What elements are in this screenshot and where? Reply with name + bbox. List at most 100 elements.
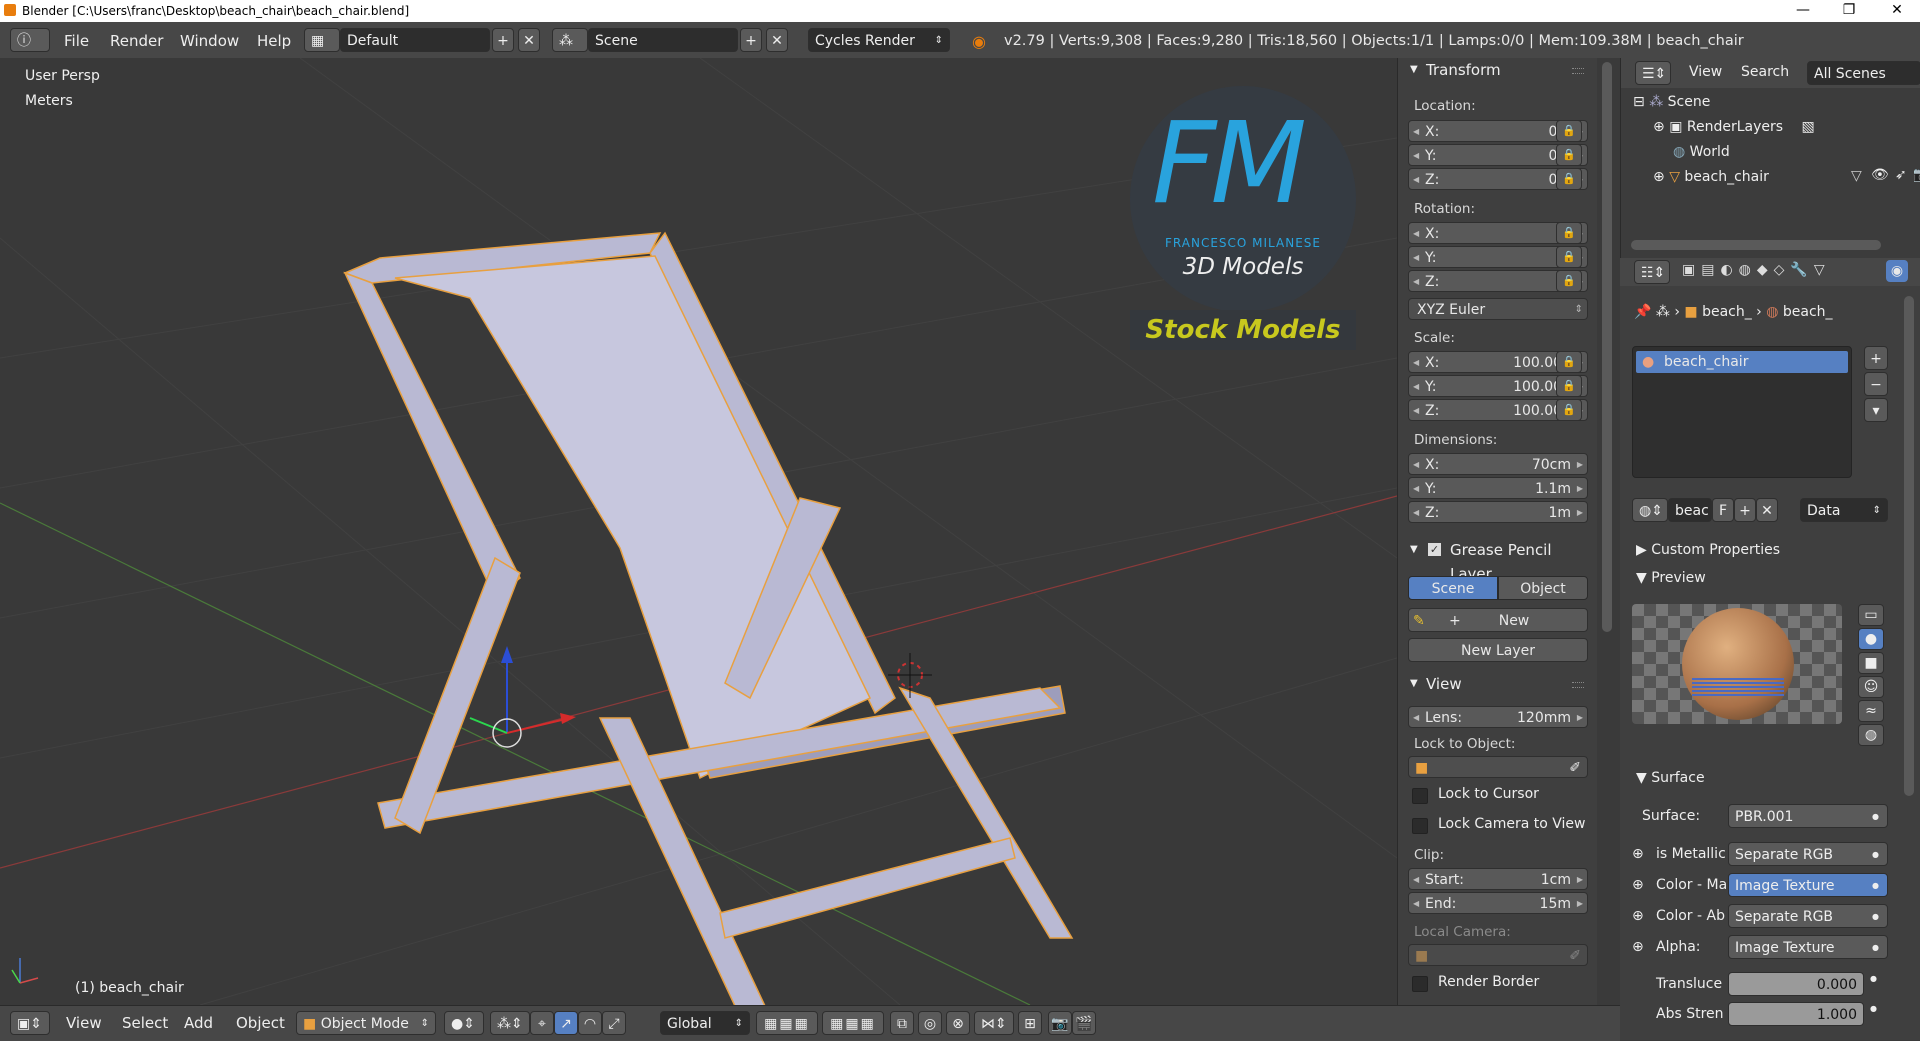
snap-toggle-icon[interactable]: ⊗ [946, 1011, 970, 1035]
preview-sphere-icon[interactable]: ● [1858, 628, 1884, 650]
3d-viewport[interactable]: User Persp Meters (1) beach_chair FM FRA… [0, 58, 1397, 1005]
preview-cube-icon[interactable]: ■ [1858, 652, 1884, 674]
tab-object[interactable]: Object [1498, 576, 1588, 600]
local-camera-field[interactable]: ■ ✐ [1408, 944, 1588, 966]
properties-scrollbar[interactable] [1904, 296, 1914, 796]
screen-layout-icon[interactable]: ▦ ⇕ [304, 28, 340, 73]
menu-file[interactable]: File [64, 30, 89, 52]
transform-orientation-dropdown[interactable]: Global ⇕ [660, 1011, 750, 1035]
selectable-arrow-icon[interactable]: ➶ [1895, 167, 1907, 183]
lock-rotation-y-icon[interactable]: 🔒 [1556, 246, 1582, 268]
new-material-icon[interactable]: + [1734, 498, 1756, 522]
opengl-animation-icon[interactable]: 🎬 [1072, 1011, 1096, 1035]
translate-manipulator-icon[interactable]: ↗ [554, 1011, 578, 1035]
scene-selector-icon[interactable]: ⁂ ⇕ [552, 28, 588, 73]
opengl-render-icon[interactable]: 📷 [1048, 1011, 1072, 1035]
snap-element-icon[interactable]: ⋈⇕ [974, 1011, 1014, 1035]
rotation-mode-dropdown[interactable]: XYZ Euler ⇕ [1408, 298, 1588, 320]
transform-panel-header[interactable]: ▼ Transform [1398, 58, 1598, 82]
lock-scale-x-icon[interactable]: 🔒 [1556, 351, 1582, 373]
material-name-field[interactable]: beac [1668, 498, 1712, 522]
proportional-edit-icon[interactable]: ◎ [918, 1011, 942, 1035]
outliner-filter-dropdown[interactable]: All Scenes [1807, 61, 1920, 85]
surface-panel-header[interactable]: ▼ Surface [1636, 770, 1705, 786]
render-engine-dropdown[interactable]: Cycles Render ⇕ [808, 28, 950, 52]
menu-select[interactable]: Select [122, 1012, 168, 1034]
menu-view[interactable]: View [66, 1012, 102, 1034]
preview-hair-icon[interactable]: ≈ [1858, 700, 1884, 722]
shelf-scrollbar[interactable] [1597, 58, 1620, 1005]
dimensions-z-field[interactable]: ◀ Z: 1m ▶ [1408, 501, 1588, 523]
input-link-color-ma[interactable]: Image Texture ● [1728, 873, 1888, 897]
lock-to-object-field[interactable]: ■ ✐ [1408, 756, 1588, 778]
properties-context-icons[interactable]: ▣▤◐◍◆◇🔧▽ [1682, 262, 1831, 278]
lock-location-x-icon[interactable]: 🔒 [1556, 120, 1582, 142]
grease-pencil-panel-header[interactable]: ▼ ✓ Grease Pencil Layer [1398, 538, 1598, 583]
input-link-alpha[interactable]: Image Texture ● [1728, 935, 1888, 959]
eyedropper-icon[interactable]: ✐ [1569, 945, 1581, 967]
dimensions-y-field[interactable]: ◀ Y: 1.1m ▶ [1408, 477, 1588, 499]
outliner-item-renderlayers[interactable]: ⊕ ▣ RenderLayers ▧ [1653, 119, 1815, 135]
outliner-item-world[interactable]: ◍ World [1673, 144, 1730, 160]
view-panel-header[interactable]: ▼ View [1398, 672, 1598, 696]
snap-target-icon[interactable]: ⊞ [1018, 1011, 1042, 1035]
properties-editor-type-icon[interactable]: ☷⇕ [1634, 260, 1670, 284]
lock-to-cursor-checkbox[interactable] [1412, 788, 1428, 804]
abs-strength-slider[interactable]: 1.000 [1728, 1002, 1864, 1026]
outliner-item-beach-chair[interactable]: ⊕ ▽ beach_chair [1653, 169, 1769, 185]
pivot-point-icon[interactable]: ⁂⇕ [490, 1011, 530, 1035]
editor-type-info-icon[interactable]: ⓘ ⇕ [10, 28, 50, 73]
add-scene-icon[interactable]: + [740, 28, 762, 52]
preview-world-icon[interactable]: ◍ [1858, 724, 1884, 746]
manipulator-toggle-icon[interactable]: ⌖ [530, 1011, 554, 1035]
surface-shader-field[interactable]: PBR.001 ● [1728, 804, 1888, 828]
translucency-slider[interactable]: 0.000 [1728, 972, 1864, 996]
material-tab-icon[interactable]: ◉ [1886, 260, 1908, 282]
material-slot-item[interactable]: ● beach_chair [1636, 351, 1848, 373]
lock-location-y-icon[interactable]: 🔒 [1556, 144, 1582, 166]
layers-grid-2-icon[interactable]: ▦▦▦ [822, 1011, 884, 1035]
grease-pencil-new-button[interactable]: ✎ + New [1408, 608, 1588, 632]
render-camera-icon[interactable]: 📷 [1913, 167, 1920, 183]
outliner-menu-view[interactable]: View [1689, 64, 1722, 80]
maximize-button[interactable]: ❐ [1826, 0, 1872, 22]
socket-icon[interactable]: ● [1870, 1004, 1877, 1013]
preview-monkey-icon[interactable]: ☺ [1858, 676, 1884, 698]
minimize-button[interactable]: — [1780, 0, 1826, 22]
lock-layers-icon[interactable]: ⧉ [890, 1011, 914, 1035]
menu-object[interactable]: Object [236, 1012, 285, 1034]
rotate-manipulator-icon[interactable]: ◠ [578, 1011, 602, 1035]
fake-user-button[interactable]: F [1712, 498, 1734, 522]
lock-scale-z-icon[interactable]: 🔒 [1556, 399, 1582, 421]
new-layer-button[interactable]: New Layer [1408, 638, 1588, 662]
outliner-menu-search[interactable]: Search [1741, 64, 1789, 80]
menu-help[interactable]: Help [257, 30, 291, 52]
socket-icon[interactable]: ● [1870, 974, 1877, 983]
add-slot-icon[interactable]: + [1864, 346, 1888, 370]
input-expand-icon[interactable]: ⊕ [1632, 846, 1644, 862]
shelf-scroll-thumb[interactable] [1602, 62, 1612, 632]
close-button[interactable]: ✕ [1874, 0, 1920, 22]
custom-properties-header[interactable]: ▶ Custom Properties [1636, 542, 1780, 558]
eyedropper-icon[interactable]: ✐ [1569, 757, 1581, 779]
lock-camera-checkbox[interactable] [1412, 818, 1428, 834]
lock-scale-y-icon[interactable]: 🔒 [1556, 375, 1582, 397]
material-link-dropdown[interactable]: Data ⇕ [1800, 498, 1888, 522]
input-link-metallic[interactable]: Separate RGB ● [1728, 842, 1888, 866]
layers-grid-1-icon[interactable]: ▦▦▦ [756, 1011, 818, 1035]
input-expand-icon[interactable]: ⊕ [1632, 877, 1644, 893]
unlink-material-icon[interactable]: ✕ [1756, 498, 1778, 522]
input-expand-icon[interactable]: ⊕ [1632, 908, 1644, 924]
outliner-editor-type-icon[interactable]: ☰⇕ [1635, 61, 1671, 85]
viewport-shading-icon[interactable]: ●⇕ [444, 1011, 484, 1035]
preview-panel-header[interactable]: ▼ Preview [1636, 570, 1706, 586]
preview-plane-icon[interactable]: ▭ [1858, 604, 1884, 626]
lock-rotation-z-icon[interactable]: 🔒 [1556, 270, 1582, 292]
mesh-data-icon[interactable]: ▽ [1851, 168, 1862, 184]
viewport-editor-type-icon[interactable]: ▣⇕ [10, 1011, 50, 1035]
lock-location-z-icon[interactable]: 🔒 [1556, 168, 1582, 190]
menu-add[interactable]: Add [184, 1012, 213, 1034]
mode-dropdown[interactable]: ■ Object Mode ⇕ [296, 1011, 436, 1035]
delete-scene-icon[interactable]: ✕ [766, 28, 788, 52]
slot-menu-icon[interactable]: ▾ [1864, 398, 1888, 422]
